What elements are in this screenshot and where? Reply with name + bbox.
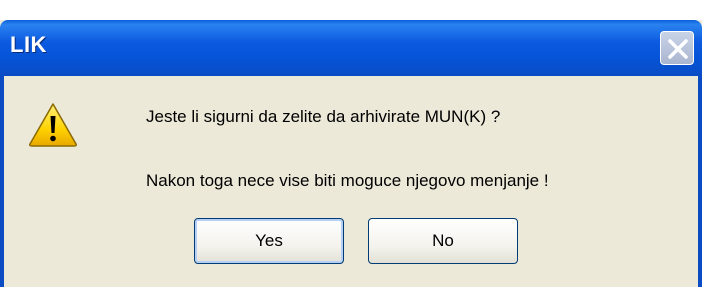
message-text-line-2: Nakon toga nece vise biti moguce njegovo… — [146, 171, 549, 190]
warning-icon — [29, 103, 77, 147]
yes-button[interactable]: Yes — [194, 218, 344, 264]
message-dialog: LIK Jeste li sigurni da zelite da arhivi… — [0, 20, 702, 287]
close-icon — [668, 39, 688, 59]
no-button[interactable]: No — [368, 218, 518, 264]
title-bar[interactable]: LIK — [0, 20, 702, 76]
close-button[interactable] — [660, 31, 694, 65]
message-text-line-1: Jeste li sigurni da zelite da arhivirate… — [146, 107, 501, 126]
window-border-right — [698, 76, 702, 287]
window-border-left — [0, 76, 4, 287]
window-title: LIK — [10, 32, 47, 57]
